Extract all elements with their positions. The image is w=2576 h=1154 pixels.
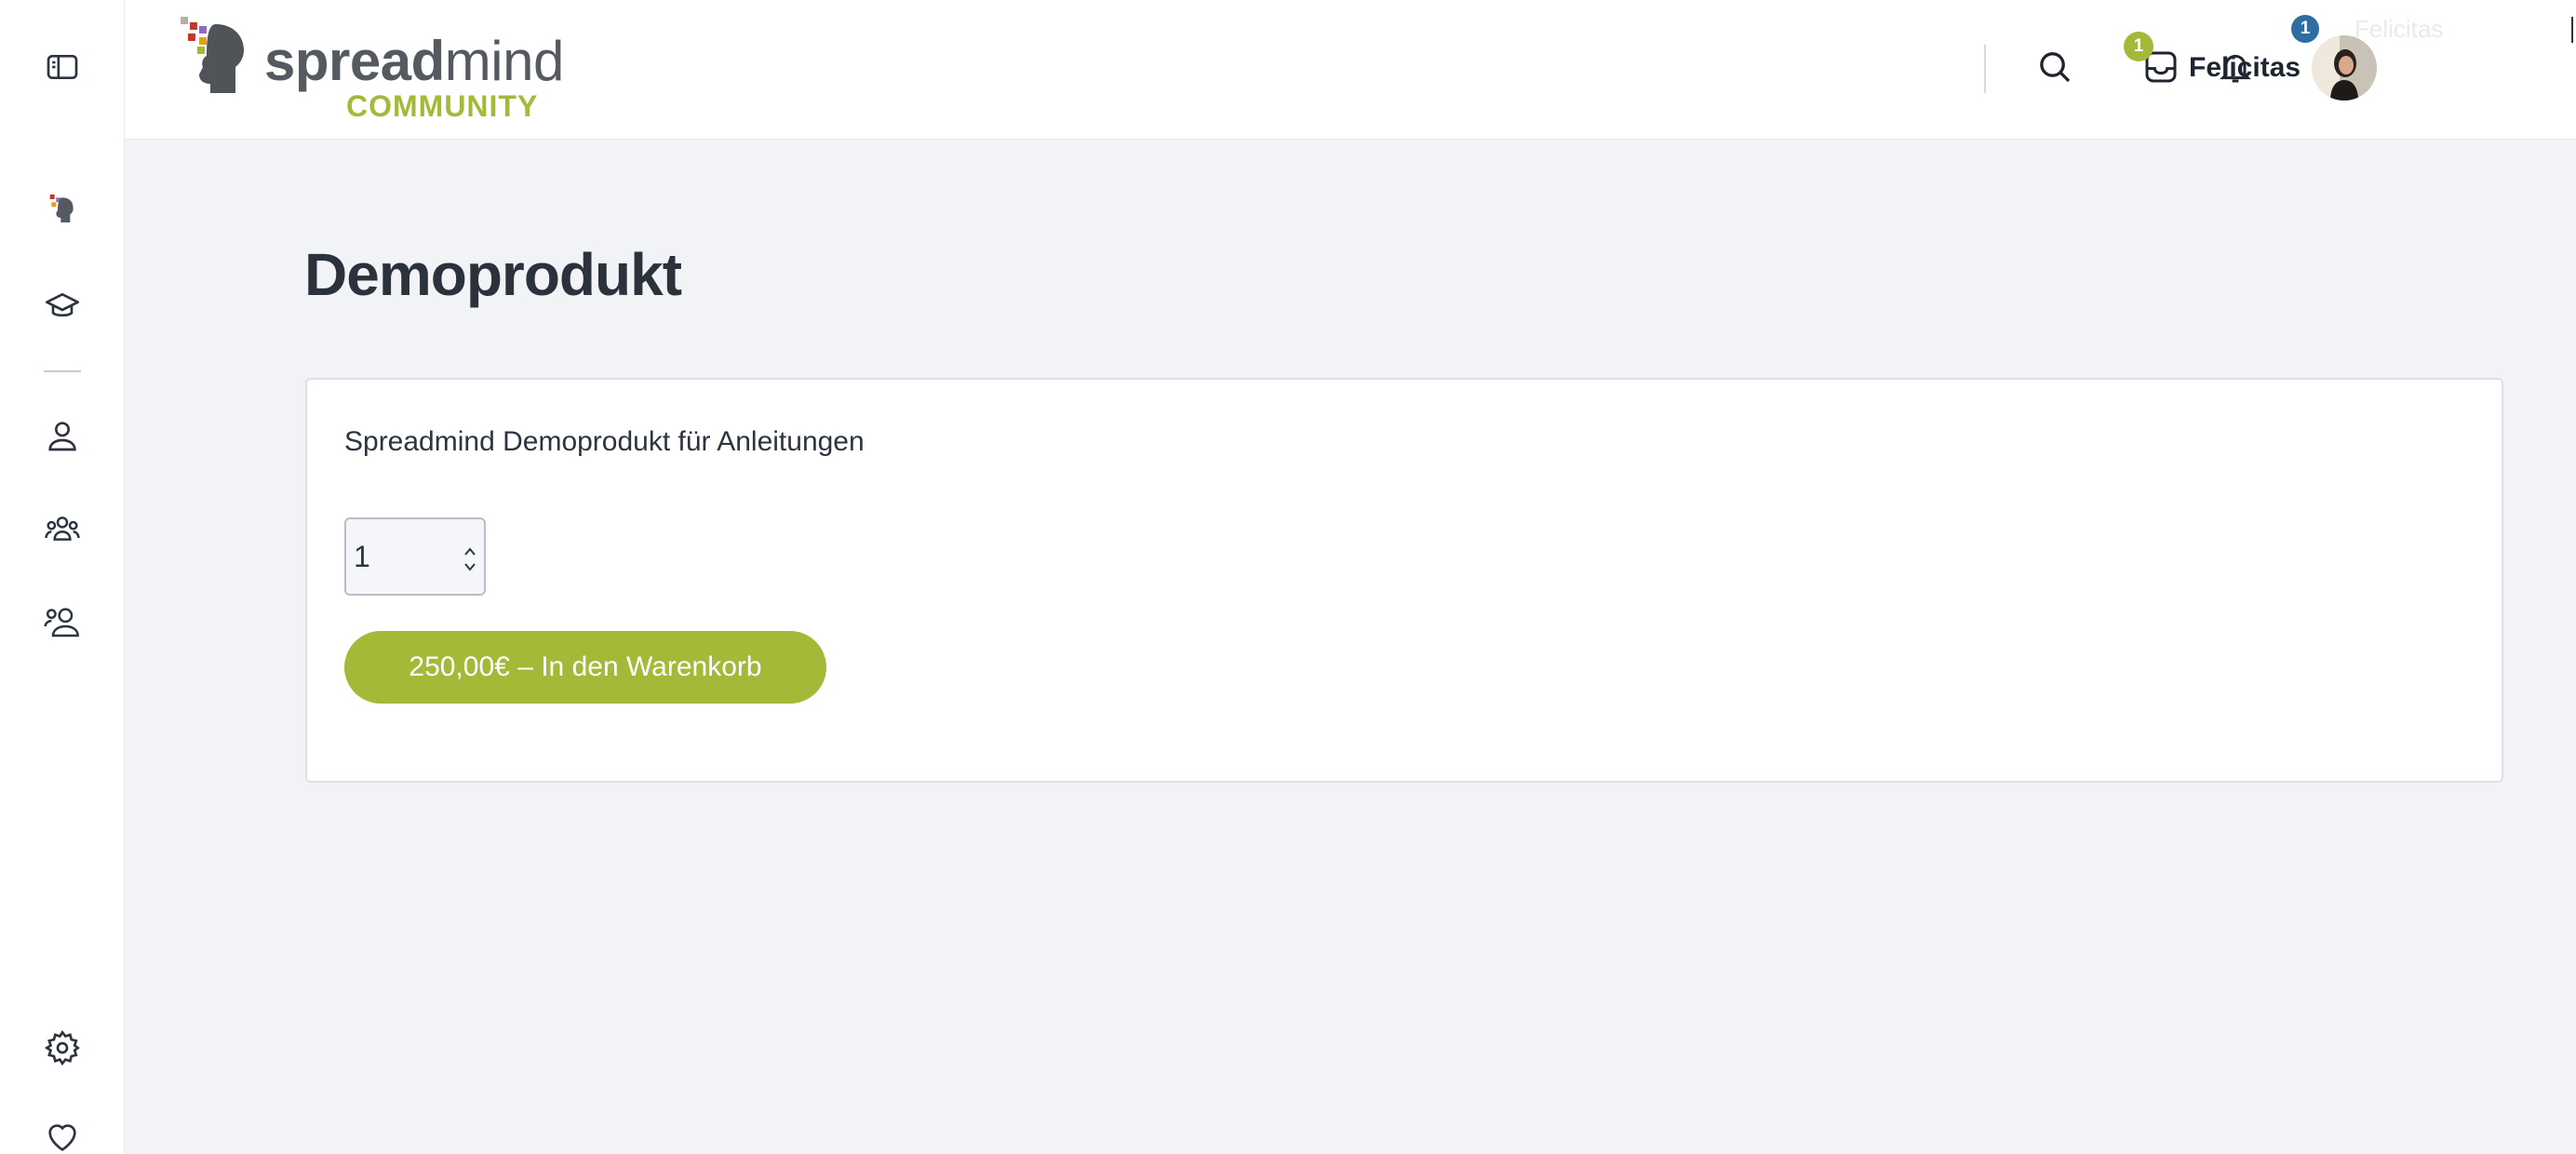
logo-wordmark: spreadmind [264, 30, 564, 92]
avatar[interactable] [2312, 35, 2377, 101]
add-to-cart-button[interactable]: 250,00€ – In den Warenkorb [344, 631, 826, 704]
graduation-cap-icon[interactable] [42, 285, 83, 326]
product-card: Spreadmind Demoprodukt für Anleitungen 1… [305, 378, 2503, 783]
user-icon[interactable] [42, 415, 83, 456]
quantity-stepper[interactable]: 1 [344, 517, 486, 596]
spinner-arrows-icon[interactable] [462, 543, 478, 575]
logo-head-icon [181, 17, 244, 93]
gear-icon[interactable] [42, 1027, 83, 1068]
spreadmind-community-logo[interactable]: spreadmind COMMUNITY [179, 15, 570, 127]
notification-badge: 1 [2124, 32, 2153, 61]
group-icon[interactable] [42, 508, 83, 549]
page-title: Demoprodukt [304, 241, 682, 308]
text-cursor [2571, 17, 2573, 43]
sidebar-divider [44, 370, 81, 372]
spreadmind-logo-icon[interactable] [42, 188, 83, 229]
users-icon[interactable] [42, 601, 83, 642]
left-sidebar [0, 0, 125, 1154]
quantity-value: 1 [354, 540, 370, 573]
avatar-badge: 1 [2291, 15, 2319, 43]
search-icon[interactable] [2034, 47, 2075, 87]
logo-community-label: COMMUNITY [346, 89, 539, 123]
ghost-user-label: Felicitas [2355, 15, 2444, 43]
sidebar-toggle-icon[interactable] [42, 47, 83, 87]
header-divider [1984, 45, 1986, 93]
user-name[interactable]: Felicitas [2189, 52, 2301, 84]
product-description: Spreadmind Demoprodukt für Anleitungen [344, 426, 865, 457]
heart-icon[interactable] [42, 1117, 83, 1154]
